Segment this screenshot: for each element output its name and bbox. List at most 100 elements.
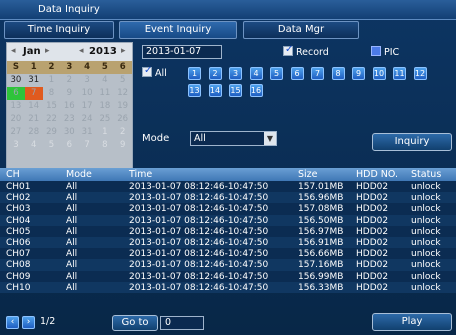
calendar-weekday: S xyxy=(7,61,25,74)
cell-status: unlock xyxy=(411,215,441,226)
goto-button[interactable]: Go to xyxy=(112,315,158,331)
next-month-icon[interactable]: ▸ xyxy=(45,46,50,56)
calendar-day[interactable]: 30 xyxy=(7,74,25,87)
calendar-day[interactable]: 7 xyxy=(78,139,96,152)
calendar-day[interactable]: 5 xyxy=(43,139,61,152)
calendar-day[interactable]: 14 xyxy=(25,100,43,113)
calendar-day[interactable]: 25 xyxy=(96,113,114,126)
calendar-day[interactable]: 19 xyxy=(114,100,132,113)
pic-checkbox[interactable]: PIC xyxy=(371,46,399,58)
calendar-day[interactable]: 7 xyxy=(24,87,43,100)
channel-button-2[interactable]: 2 xyxy=(208,67,222,80)
calendar-day[interactable]: 28 xyxy=(25,126,43,139)
channel-button-13[interactable]: 13 xyxy=(188,84,201,97)
calendar-day[interactable]: 2 xyxy=(114,126,132,139)
calendar-day[interactable]: 31 xyxy=(78,126,96,139)
tab-bar: Time Inquiry Event Inquiry Data Mgr xyxy=(4,21,452,39)
calendar-day[interactable]: 2 xyxy=(60,74,78,87)
calendar-day[interactable]: 6 xyxy=(7,87,25,100)
calendar-day[interactable]: 21 xyxy=(25,113,43,126)
tab-data-mgr[interactable]: Data Mgr xyxy=(243,21,359,39)
goto-input[interactable]: 0 xyxy=(160,316,204,330)
record-checkbox[interactable]: ✓ Record xyxy=(283,44,329,58)
all-channels-checkbox[interactable]: ✓ All xyxy=(142,65,167,79)
channel-button-7[interactable]: 7 xyxy=(311,67,324,80)
all-check-box[interactable]: ✓ xyxy=(142,65,152,77)
inquiry-button[interactable]: Inquiry xyxy=(372,133,452,151)
calendar-day[interactable]: 3 xyxy=(78,74,96,87)
channel-button-8[interactable]: 8 xyxy=(331,67,345,80)
calendar-day[interactable]: 23 xyxy=(60,113,78,126)
calendar-day[interactable]: 22 xyxy=(43,113,61,126)
channel-button-6[interactable]: 6 xyxy=(290,67,304,80)
calendar-day[interactable]: 8 xyxy=(96,139,114,152)
table-row[interactable]: CH02 All 2013-01-07 08:12:46-10:47:50 156.9… xyxy=(0,192,456,204)
table-row[interactable]: CH05 All 2013-01-07 08:12:46-10:47:50 156.9… xyxy=(0,225,456,237)
calendar-day[interactable]: 6 xyxy=(60,139,78,152)
calendar-day[interactable]: 26 xyxy=(114,113,132,126)
calendar-day[interactable]: 1 xyxy=(96,126,114,139)
calendar-day[interactable]: 11 xyxy=(96,87,114,100)
calendar-day[interactable]: 9 xyxy=(60,87,78,100)
calendar-day[interactable]: 4 xyxy=(25,139,43,152)
prev-year-icon[interactable]: ◂ xyxy=(79,46,84,56)
channel-button-3[interactable]: 3 xyxy=(229,67,242,80)
calendar-day[interactable]: 4 xyxy=(96,74,114,87)
table-row[interactable]: CH09 All 2013-01-07 08:12:46-10:47:50 156.9… xyxy=(0,270,456,282)
calendar-day[interactable]: 31 xyxy=(25,74,43,87)
calendar-day[interactable]: 3 xyxy=(7,139,25,152)
table-row[interactable]: CH06 All 2013-01-07 08:12:46-10:47:50 156.9… xyxy=(0,236,456,249)
cell-hdd: HDD02 xyxy=(356,249,389,260)
cell-ch: CH02 xyxy=(6,193,31,204)
chevron-down-icon[interactable]: ▼ xyxy=(264,132,276,145)
calendar-weekday: 3 xyxy=(60,61,79,74)
table-row[interactable]: CH10 All 2013-01-07 08:12:46-10:47:50 156.3… xyxy=(0,281,456,293)
chevron-right-icon[interactable]: › xyxy=(22,316,35,329)
record-check-box[interactable]: ✓ xyxy=(283,44,293,56)
calendar-day[interactable]: 20 xyxy=(7,113,25,126)
calendar-day[interactable]: 29 xyxy=(43,126,61,139)
calendar-day[interactable]: 5 xyxy=(114,74,132,87)
table-row[interactable]: CH04 All 2013-01-07 08:12:46-10:47:50 156.5… xyxy=(0,214,456,226)
prev-month-icon[interactable]: ◂ xyxy=(11,46,16,56)
channel-button-1[interactable]: 1 xyxy=(188,67,201,80)
calendar-day[interactable]: 10 xyxy=(78,87,96,100)
calendar-day[interactable]: 12 xyxy=(114,87,132,100)
cell-hdd: HDD02 xyxy=(356,282,389,293)
mode-select[interactable]: All ▼ xyxy=(190,131,277,146)
channel-button-9[interactable]: 9 xyxy=(352,67,365,80)
calendar-day[interactable]: 17 xyxy=(78,100,96,113)
channel-button-11[interactable]: 11 xyxy=(393,67,406,80)
play-button[interactable]: Play xyxy=(372,313,452,331)
channel-button-4[interactable]: 4 xyxy=(249,67,263,80)
channel-button-10[interactable]: 10 xyxy=(372,67,386,80)
col-hdd: HDD NO. xyxy=(356,169,399,180)
calendar-day[interactable]: 15 xyxy=(43,100,61,113)
calendar-day[interactable]: 1 xyxy=(43,74,61,87)
pic-check-box[interactable] xyxy=(371,46,381,56)
table-row[interactable]: CH01 All 2013-01-07 08:12:46-10:47:50 157.0… xyxy=(0,181,456,193)
chevron-left-icon[interactable]: ‹ xyxy=(6,316,19,329)
calendar-day[interactable]: 16 xyxy=(60,100,78,113)
calendar-day[interactable]: 18 xyxy=(96,100,114,113)
tab-time-inquiry[interactable]: Time Inquiry xyxy=(4,21,114,39)
table-row[interactable]: CH07 All 2013-01-07 08:12:46-10:47:50 156.6… xyxy=(0,248,456,260)
channel-button-12[interactable]: 12 xyxy=(413,67,427,80)
tab-event-inquiry[interactable]: Event Inquiry xyxy=(119,21,237,39)
calendar-day[interactable]: 24 xyxy=(78,113,96,126)
calendar-day[interactable]: 30 xyxy=(60,126,78,139)
date-field[interactable]: 2013-01-07 xyxy=(142,45,222,59)
record-label: Record xyxy=(296,47,329,58)
channel-button-16[interactable]: 16 xyxy=(249,84,263,97)
calendar-day[interactable]: 27 xyxy=(7,126,25,139)
calendar-day[interactable]: 8 xyxy=(43,87,61,100)
table-row[interactable]: CH08 All 2013-01-07 08:12:46-10:47:50 157.1… xyxy=(0,259,456,271)
calendar-day[interactable]: 13 xyxy=(7,100,25,113)
table-row[interactable]: CH03 All 2013-01-07 08:12:46-10:47:50 157.0… xyxy=(0,203,456,215)
next-year-icon[interactable]: ▸ xyxy=(121,46,126,56)
cell-time: 2013-01-07 08:12:46-10:47:50 xyxy=(129,237,269,248)
channel-button-14[interactable]: 14 xyxy=(208,84,222,97)
channel-button-15[interactable]: 15 xyxy=(229,84,242,97)
calendar-day[interactable]: 9 xyxy=(114,139,132,152)
channel-button-5[interactable]: 5 xyxy=(270,67,283,80)
